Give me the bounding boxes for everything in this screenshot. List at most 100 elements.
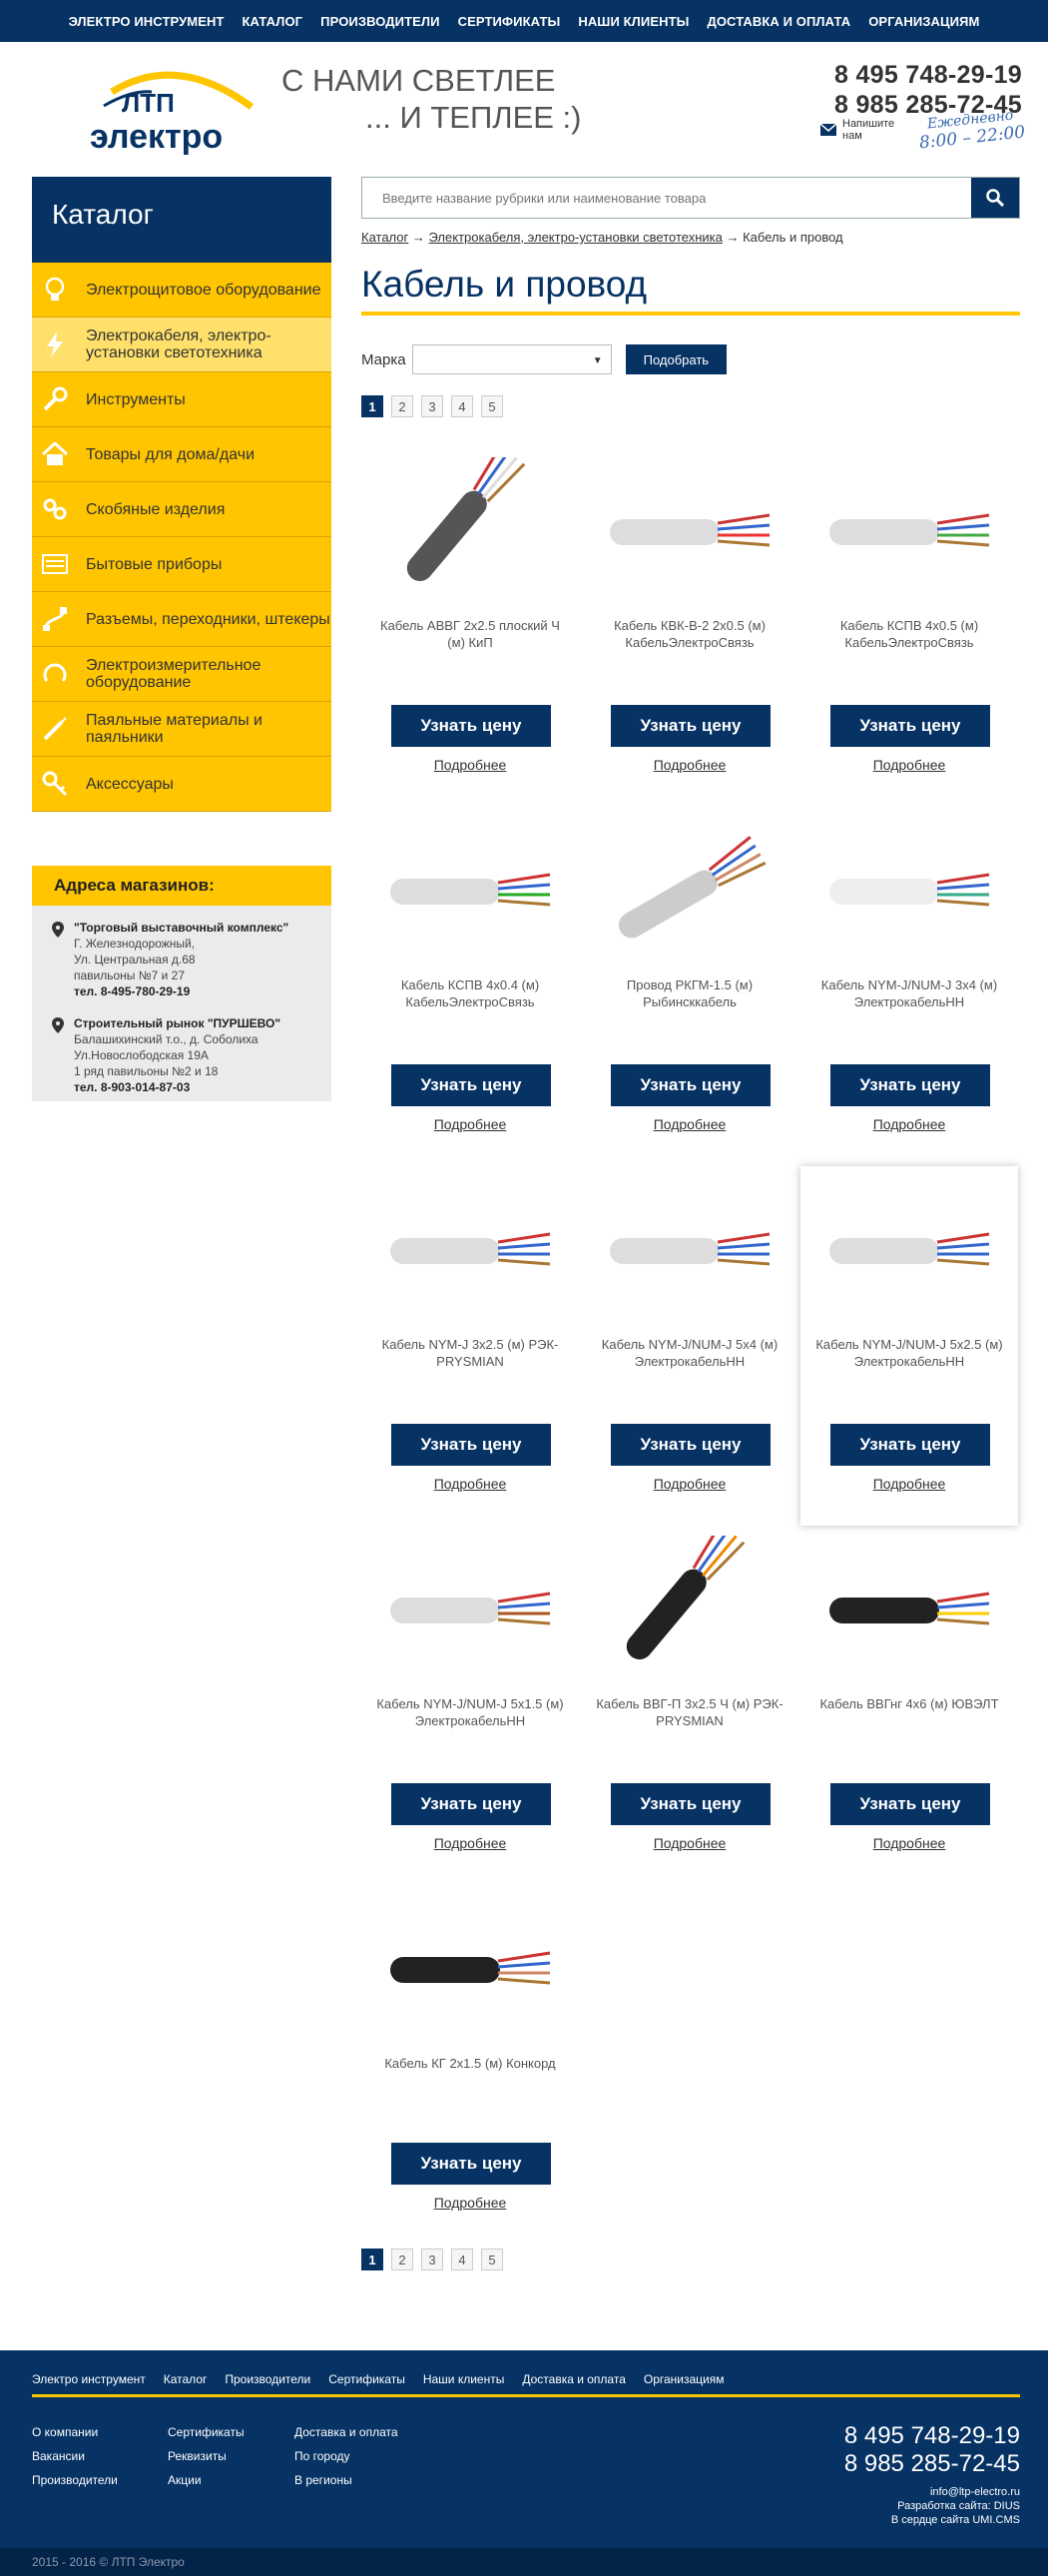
product-card[interactable]: Кабель КСПВ 4х0.5 (м) КабельЭлектроСвязь… <box>800 447 1018 807</box>
search-button[interactable] <box>971 178 1019 218</box>
product-name[interactable]: Кабель КСПВ 4х0.5 (м) КабельЭлектроСвязь <box>810 617 1008 651</box>
footer-nav-item[interactable]: Доставка и оплата <box>522 2372 626 2386</box>
product-card[interactable]: Кабель КСПВ 4х0.4 (м) КабельЭлектроСвязь… <box>361 807 579 1166</box>
brand-select[interactable]: ▼ <box>411 344 612 374</box>
product-image[interactable] <box>590 817 789 966</box>
product-name[interactable]: Кабель NYM-J/NUM-J 3х4 (м) Электрокабель… <box>810 976 1008 1010</box>
page-1[interactable]: 1 <box>361 395 383 417</box>
product-card[interactable]: Кабель NYM-J 3х2.5 (м) РЭК-PRYSMIAN Узнат… <box>361 1166 579 1526</box>
product-name[interactable]: Кабель NYM-J 3х2.5 (м) РЭК-PRYSMIAN <box>371 1336 569 1370</box>
product-card[interactable]: Кабель NYM-J/NUM-J 5х1.5 (м) Электрокабе… <box>361 1526 579 1885</box>
more-details-link[interactable]: Подробнее <box>800 1476 1018 1492</box>
product-name[interactable]: Провод РКГМ-1.5 (м) Рыбинсккабель <box>591 976 788 1010</box>
sidebar-item-measuring[interactable]: Электроизмерительное оборудование <box>32 647 331 702</box>
product-name[interactable]: Кабель КГ 2х1.5 (м) Конкорд <box>371 2055 569 2072</box>
page-3[interactable]: 3 <box>421 2249 443 2270</box>
product-image[interactable] <box>809 457 1009 607</box>
sidebar-item-switchgear[interactable]: Электрощитовое оборудование <box>32 263 331 318</box>
get-price-button[interactable]: Узнать цену <box>391 2143 551 2185</box>
product-image[interactable] <box>370 1895 570 2045</box>
page-5[interactable]: 5 <box>481 395 503 417</box>
get-price-button[interactable]: Узнать цену <box>391 705 551 747</box>
footer-link[interactable]: Доставка и оплата <box>294 2420 398 2444</box>
sidebar-item-accessories[interactable]: Аксессуары <box>32 757 331 812</box>
product-image[interactable] <box>370 817 570 966</box>
more-details-link[interactable]: Подробнее <box>361 1835 579 1851</box>
page-2[interactable]: 2 <box>391 2249 413 2270</box>
footer-phone-1[interactable]: 8 495 748-29-19 <box>844 2422 1020 2450</box>
footer-link[interactable]: Производители <box>32 2468 118 2492</box>
product-card[interactable]: Кабель АВВГ 2х2.5 плоский Ч (м) КиП Узнат… <box>361 447 579 807</box>
product-name[interactable]: Кабель КСПВ 4х0.4 (м) КабельЭлектроСвязь <box>371 976 569 1010</box>
footer-link[interactable]: Акции <box>168 2468 245 2492</box>
product-name[interactable]: Кабель КВК-В-2 2х0.5 (м) КабельЭлектроСв… <box>591 617 788 651</box>
topnav-manufacturers[interactable]: ПРОИЗВОДИТЕЛИ <box>311 14 448 29</box>
logo[interactable]: ЛТП электро <box>82 62 271 162</box>
page-3[interactable]: 3 <box>421 395 443 417</box>
product-image[interactable] <box>370 1176 570 1326</box>
footer-cms[interactable]: В сердце сайта UMI.CMS <box>891 2513 1020 2527</box>
sidebar-item-appliances[interactable]: Бытовые приборы <box>32 537 331 592</box>
topnav-organizations[interactable]: ОРГАНИЗАЦИЯМ <box>859 14 988 29</box>
breadcrumb-catalog[interactable]: Каталог <box>361 230 408 245</box>
sidebar-item-hardware[interactable]: Скобяные изделия <box>32 482 331 537</box>
get-price-button[interactable]: Узнать цену <box>611 1064 771 1106</box>
page-5[interactable]: 5 <box>481 2249 503 2270</box>
write-us-link[interactable]: Напишите нам <box>820 118 894 142</box>
get-price-button[interactable]: Узнать цену <box>391 1783 551 1825</box>
page-1[interactable]: 1 <box>361 2249 383 2270</box>
more-details-link[interactable]: Подробнее <box>361 1116 579 1132</box>
footer-email[interactable]: info@ltp-electro.ru <box>891 2485 1020 2499</box>
product-card[interactable]: Провод РКГМ-1.5 (м) Рыбинсккабель Узнать … <box>581 807 798 1166</box>
page-4[interactable]: 4 <box>451 395 473 417</box>
get-price-button[interactable]: Узнать цену <box>830 1064 990 1106</box>
topnav-certificates[interactable]: СЕРТИФИКАТЫ <box>449 14 570 29</box>
product-name[interactable]: Кабель NYM-J/NUM-J 5х1.5 (м) Электрокабе… <box>371 1695 569 1729</box>
apply-filter-button[interactable]: Подобрать <box>625 344 728 374</box>
product-name[interactable]: Кабель ВВГ-П 3х2.5 Ч (м) РЭК-PRYSMIAN <box>591 1695 788 1729</box>
product-image[interactable] <box>809 1176 1009 1326</box>
more-details-link[interactable]: Подробнее <box>800 757 1018 773</box>
footer-nav-item[interactable]: Наши клиенты <box>423 2372 505 2386</box>
product-name[interactable]: Кабель АВВГ 2х2.5 плоский Ч (м) КиП <box>371 617 569 651</box>
product-image[interactable] <box>590 457 789 607</box>
get-price-button[interactable]: Узнать цену <box>830 1424 990 1466</box>
product-image[interactable] <box>590 1536 789 1685</box>
footer-developer[interactable]: Разработка сайта: DIUS <box>891 2499 1020 2513</box>
footer-nav-item[interactable]: Организациям <box>644 2372 725 2386</box>
get-price-button[interactable]: Узнать цену <box>611 1424 771 1466</box>
product-image[interactable] <box>809 817 1009 966</box>
sidebar-item-soldering[interactable]: Паяльные материалы и паяльники <box>32 702 331 757</box>
topnav-catalog[interactable]: КАТАЛОГ <box>234 14 312 29</box>
page-4[interactable]: 4 <box>451 2249 473 2270</box>
footer-nav-item[interactable]: Каталог <box>164 2372 208 2386</box>
more-details-link[interactable]: Подробнее <box>800 1116 1018 1132</box>
breadcrumb-category[interactable]: Электрокабеля, электро-установки светоте… <box>429 230 723 245</box>
phone-1[interactable]: 8 495 748-29-19 <box>834 60 1022 90</box>
product-image[interactable] <box>370 457 570 607</box>
more-details-link[interactable]: Подробнее <box>581 1835 798 1851</box>
footer-link[interactable]: Реквизиты <box>168 2444 245 2468</box>
product-name[interactable]: Кабель NYM-J/NUM-J 5х4 (м) Электрокабель… <box>591 1336 788 1370</box>
more-details-link[interactable]: Подробнее <box>361 2195 579 2211</box>
sidebar-item-connectors[interactable]: Разъемы, переходники, штекеры <box>32 592 331 647</box>
product-card[interactable]: Кабель КГ 2х1.5 (м) Конкорд Узнать цену По… <box>361 1885 579 2245</box>
get-price-button[interactable]: Узнать цену <box>391 1064 551 1106</box>
footer-nav-item[interactable]: Производители <box>225 2372 310 2386</box>
get-price-button[interactable]: Узнать цену <box>611 705 771 747</box>
product-image[interactable] <box>370 1536 570 1685</box>
footer-link[interactable]: В регионы <box>294 2468 398 2492</box>
footer-link[interactable]: О компании <box>32 2420 118 2444</box>
search-input[interactable] <box>362 178 971 218</box>
store-phone[interactable]: тел. 8-495-780-29-19 <box>74 983 288 999</box>
product-card[interactable]: Кабель ВВГнг 4х6 (м) ЮВЭЛТ Узнать цену Под… <box>800 1526 1018 1885</box>
more-details-link[interactable]: Подробнее <box>361 1476 579 1492</box>
get-price-button[interactable]: Узнать цену <box>611 1783 771 1825</box>
topnav-electro-tools[interactable]: ЭЛЕКТРО ИНСТРУМЕНТ <box>60 14 234 29</box>
page-2[interactable]: 2 <box>391 395 413 417</box>
sidebar-item-home[interactable]: Товары для дома/дачи <box>32 427 331 482</box>
footer-nav-item[interactable]: Электро инструмент <box>32 2372 146 2386</box>
store-phone[interactable]: тел. 8-903-014-87-03 <box>74 1079 280 1095</box>
sidebar-item-tools[interactable]: Инструменты <box>32 372 331 427</box>
get-price-button[interactable]: Узнать цену <box>391 1424 551 1466</box>
